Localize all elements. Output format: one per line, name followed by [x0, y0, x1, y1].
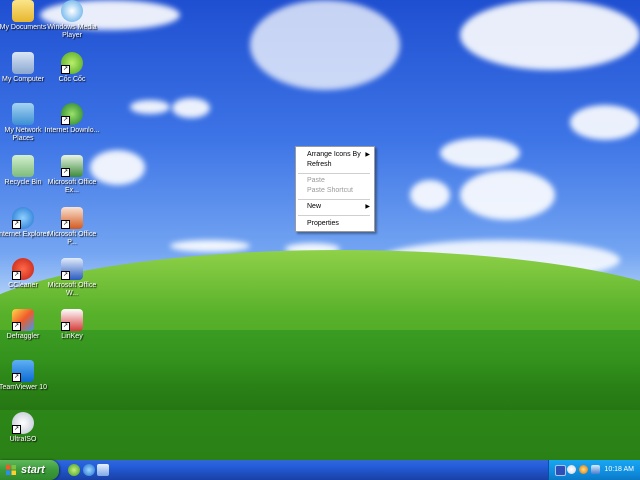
- cloud: [460, 0, 640, 70]
- shortcut-arrow-icon: ↗: [61, 168, 70, 177]
- menu-separator: [298, 199, 370, 200]
- cloud: [460, 170, 555, 220]
- menu-item-label: Paste Shortcut: [307, 187, 353, 194]
- ccleaner-icon: ↗: [12, 258, 34, 280]
- menu-item-new[interactable]: New ▶: [296, 202, 374, 212]
- desktop-wallpaper[interactable]: My Documents My Computer My Network Plac…: [0, 0, 640, 460]
- system-tray: 10:18 AM: [548, 460, 640, 480]
- desktop-icon-teamviewer[interactable]: ↗ TeamViewer 10: [0, 360, 52, 392]
- icon-label: UltraISO: [9, 436, 37, 443]
- desktop-icon-windows-media-player[interactable]: Windows Media Player: [43, 0, 101, 40]
- excel-icon: ↗: [61, 155, 83, 177]
- menu-item-arrange-icons-by[interactable]: Arrange Icons By ▶: [296, 150, 374, 160]
- shortcut-arrow-icon: ↗: [12, 271, 21, 280]
- quick-launch-ie-icon[interactable]: [83, 464, 95, 476]
- tray-icon[interactable]: [555, 465, 566, 476]
- download-manager-icon: ↗: [61, 103, 83, 125]
- quick-launch-coc-coc-icon[interactable]: [68, 464, 80, 476]
- menu-item-label: Refresh: [307, 161, 332, 168]
- cloud: [250, 0, 400, 90]
- teamviewer-icon: ↗: [12, 360, 34, 382]
- start-label: start: [21, 464, 45, 476]
- desktop-icon-internet-download-manager[interactable]: ↗ Internet Downlo...: [43, 103, 101, 135]
- network-icon: [12, 103, 34, 125]
- quick-launch-show-desktop-icon[interactable]: [97, 464, 109, 476]
- start-button[interactable]: start: [0, 460, 59, 480]
- word-icon: ↗: [61, 258, 83, 280]
- desktop-icon-coc-coc[interactable]: ↗ Cốc Cốc: [43, 52, 101, 84]
- recycle-bin-icon: [12, 155, 34, 177]
- menu-item-label: Paste: [307, 177, 325, 184]
- clock[interactable]: 10:18 AM: [604, 460, 634, 480]
- disc-icon: ↗: [12, 412, 34, 434]
- cloud: [440, 138, 520, 168]
- icon-label: LinKey: [61, 333, 83, 340]
- desktop-icon-microsoft-office-word[interactable]: ↗ Microsoft Office W...: [43, 258, 101, 298]
- tray-icon[interactable]: [591, 465, 600, 474]
- field-shade: [0, 360, 640, 410]
- computer-icon: [12, 52, 34, 74]
- icon-label: Microsoft Office W...: [47, 282, 97, 297]
- taskbar: start 10:18 AM: [0, 460, 640, 480]
- desktop-icon-microsoft-office-powerpoint[interactable]: ↗ Microsoft Office P...: [43, 207, 101, 247]
- menu-item-label: Properties: [307, 220, 339, 227]
- cloud: [410, 180, 450, 210]
- shortcut-arrow-icon: ↗: [61, 271, 70, 280]
- media-player-icon: [61, 0, 83, 22]
- shortcut-arrow-icon: ↗: [61, 65, 70, 74]
- shortcut-arrow-icon: ↗: [12, 322, 21, 331]
- cloud: [570, 105, 640, 140]
- menu-item-refresh[interactable]: Refresh: [296, 160, 374, 170]
- icon-label: Microsoft Office P...: [47, 231, 97, 246]
- menu-item-paste-shortcut[interactable]: Paste Shortcut: [296, 186, 374, 196]
- ie-icon: ↗: [12, 207, 34, 229]
- shortcut-arrow-icon: ↗: [12, 373, 21, 382]
- menu-item-paste[interactable]: Paste: [296, 176, 374, 186]
- icon-label: TeamViewer 10: [0, 384, 48, 391]
- icon-label: Cốc Cốc: [58, 76, 86, 83]
- menu-item-label: New: [307, 203, 322, 210]
- desktop-context-menu: Arrange Icons By ▶ Refresh Paste Paste S…: [295, 146, 375, 232]
- cloud: [170, 240, 250, 252]
- icon-label: Microsoft Office Ex...: [47, 179, 97, 194]
- icon-label: Internet Downlo...: [44, 127, 100, 134]
- coc-coc-icon: ↗: [61, 52, 83, 74]
- desktop-icon-microsoft-office-excel[interactable]: ↗ Microsoft Office Ex...: [43, 155, 101, 195]
- defraggler-icon: ↗: [12, 309, 34, 331]
- icon-label: Windows Media Player: [47, 24, 97, 39]
- menu-separator: [298, 215, 370, 216]
- menu-item-properties[interactable]: Properties: [296, 219, 374, 229]
- menu-item-label: Arrange Icons By: [307, 151, 361, 158]
- cloud: [172, 98, 210, 118]
- linkey-icon: ↗: [61, 309, 83, 331]
- folder-icon: [12, 0, 34, 22]
- shortcut-arrow-icon: ↗: [12, 425, 21, 434]
- tray-icon[interactable]: [579, 465, 588, 474]
- shortcut-arrow-icon: ↗: [61, 220, 70, 229]
- shortcut-arrow-icon: ↗: [12, 220, 21, 229]
- windows-logo-icon: [6, 465, 16, 475]
- cloud: [130, 100, 170, 114]
- tray-icon[interactable]: [567, 465, 576, 474]
- desktop-icon-ultraiso[interactable]: ↗ UltraISO: [0, 412, 52, 444]
- submenu-arrow-icon: ▶: [365, 204, 370, 210]
- submenu-arrow-icon: ▶: [365, 152, 370, 158]
- shortcut-arrow-icon: ↗: [61, 116, 70, 125]
- menu-separator: [298, 173, 370, 174]
- powerpoint-icon: ↗: [61, 207, 83, 229]
- desktop-icon-linkey[interactable]: ↗ LinKey: [43, 309, 101, 341]
- shortcut-arrow-icon: ↗: [61, 322, 70, 331]
